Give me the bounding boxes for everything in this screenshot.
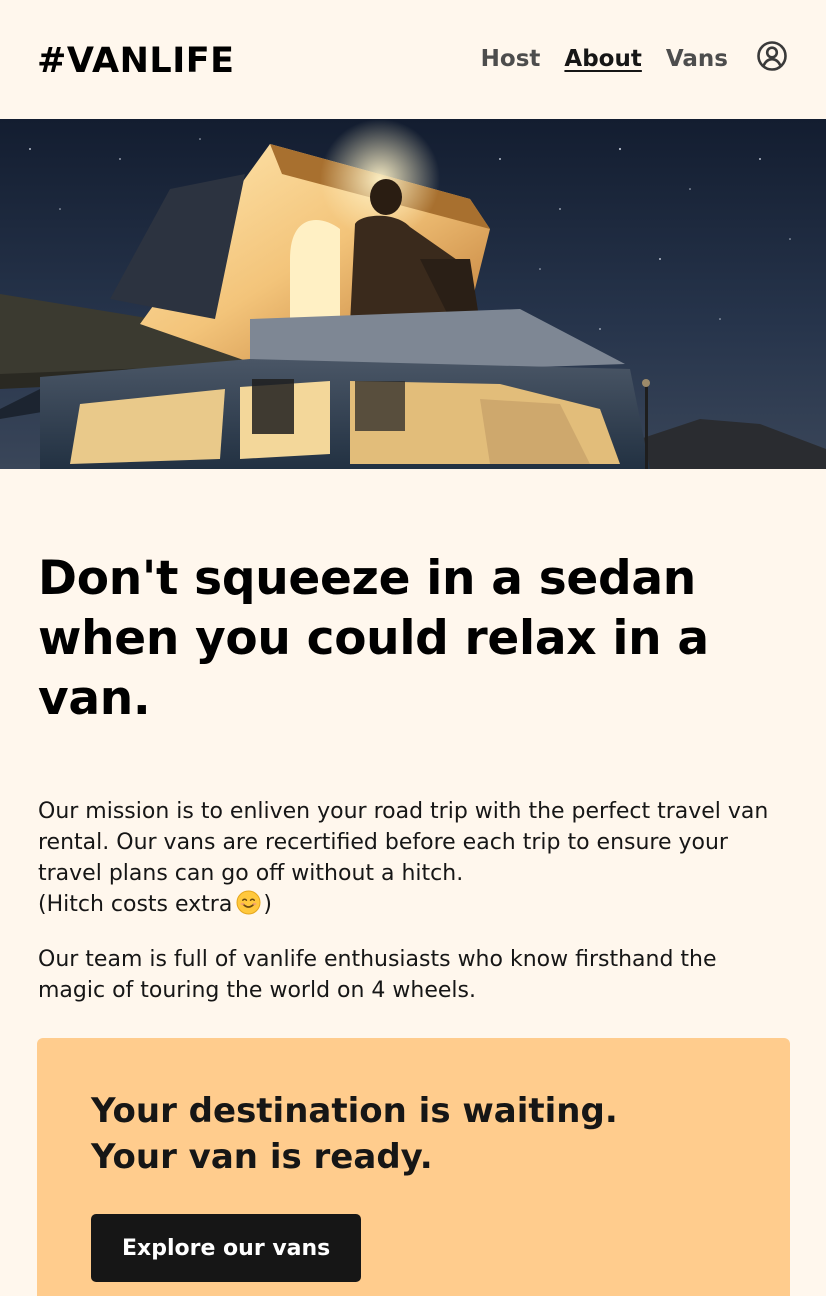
mission-text: Our mission is to enliven your road trip…: [38, 799, 769, 886]
smiling-face-emoji-icon: [236, 890, 261, 915]
nav-link-about[interactable]: About: [564, 46, 641, 72]
hero-image: [0, 119, 826, 469]
about-content: Don't squeeze in a sedan when you could …: [0, 549, 826, 1006]
main-nav: Host About Vans: [481, 40, 788, 72]
site-header: #VANLIFE Host About Vans: [0, 0, 826, 119]
mission-close-paren: ): [263, 892, 272, 917]
cta-title-line-1: Your destination is waiting.: [91, 1091, 618, 1131]
about-page: #VANLIFE Host About Vans Don't squeeze i…: [0, 0, 826, 1296]
nav-link-host[interactable]: Host: [481, 46, 541, 72]
nav-link-vans[interactable]: Vans: [666, 46, 728, 72]
site-logo[interactable]: #VANLIFE: [37, 41, 235, 81]
team-paragraph: Our team is full of vanlife enthusiasts …: [38, 947, 717, 1003]
cta-banner: Your destination is waiting. Your van is…: [37, 1038, 790, 1296]
mission-tail-text: (Hitch costs extra: [38, 892, 233, 917]
cta-title: Your destination is waiting. Your van is…: [91, 1088, 736, 1180]
user-circle-icon[interactable]: [756, 40, 788, 72]
cta-title-line-2: Your van is ready.: [91, 1137, 433, 1177]
mission-paragraph: Our mission is to enliven your road trip…: [38, 796, 788, 920]
explore-vans-button[interactable]: Explore our vans: [91, 1214, 362, 1282]
page-title: Don't squeeze in a sedan when you could …: [38, 551, 709, 726]
